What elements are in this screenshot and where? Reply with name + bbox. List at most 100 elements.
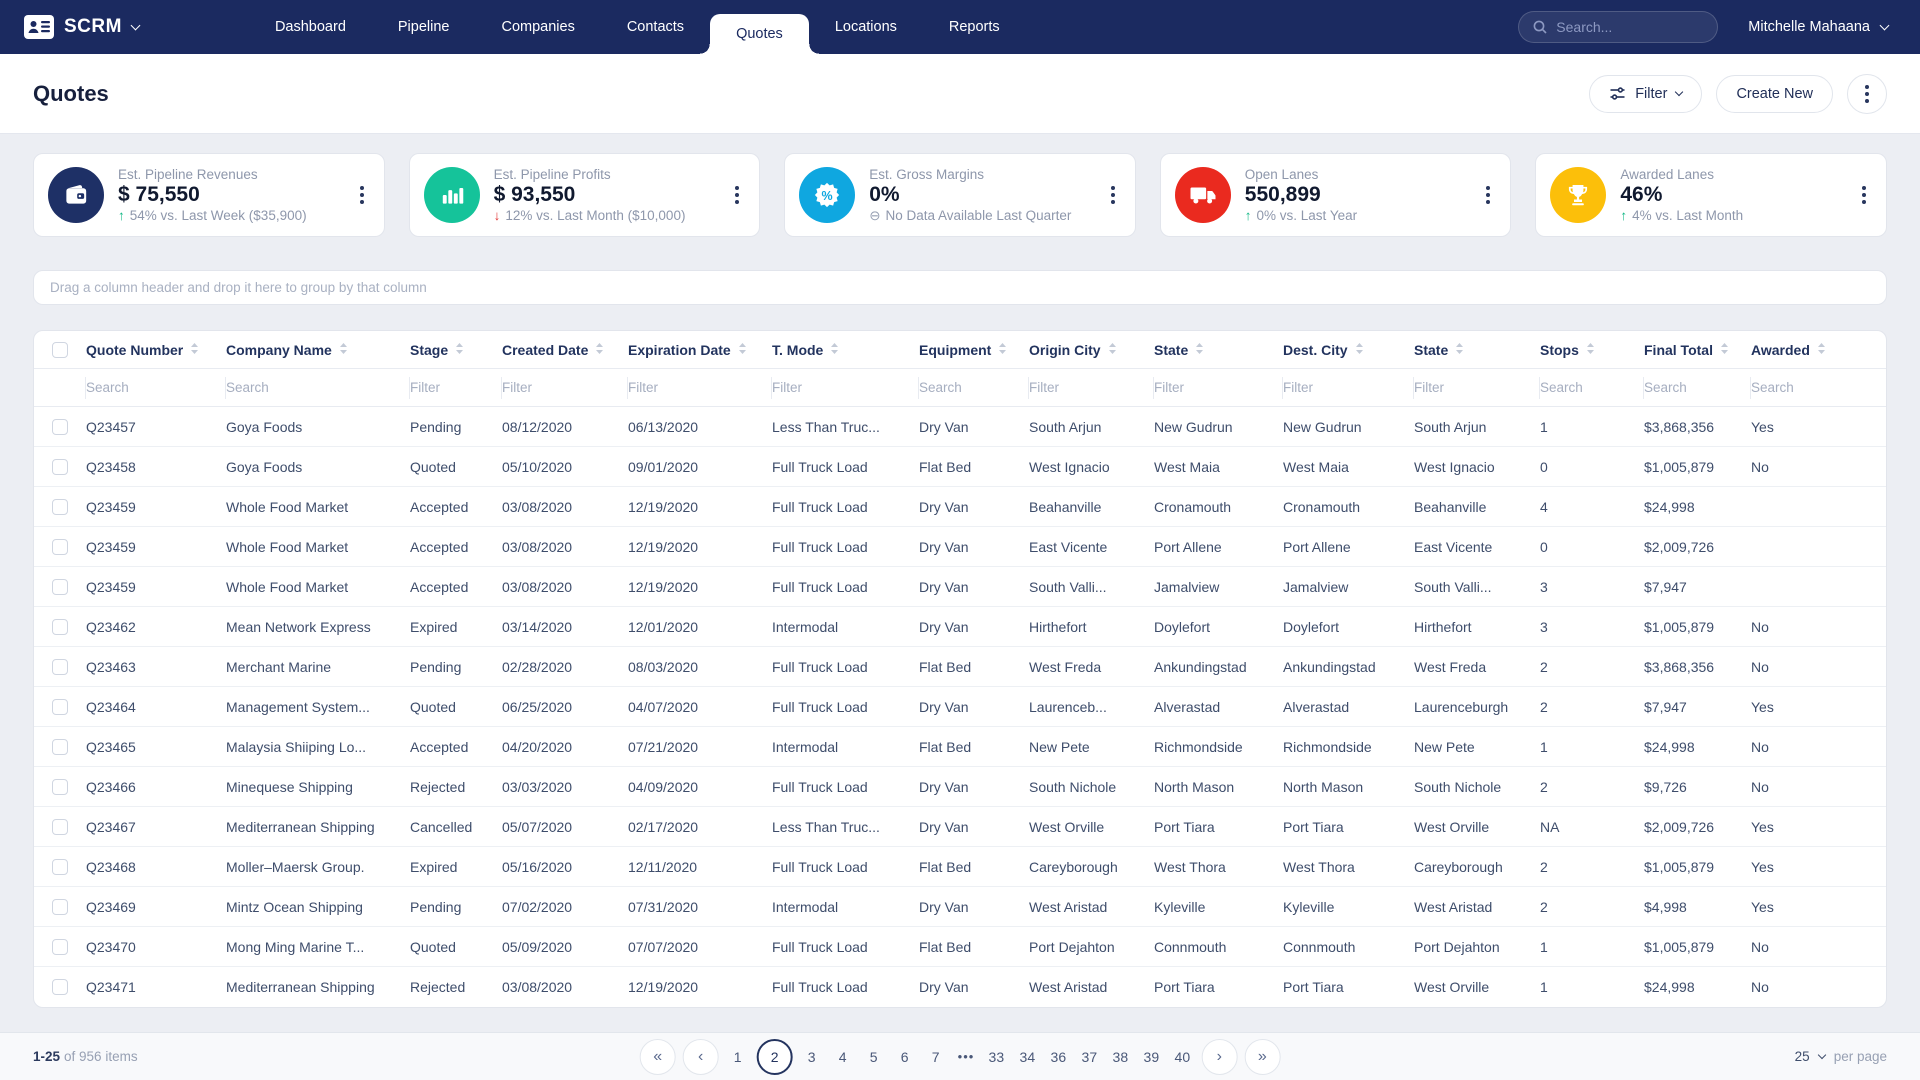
filter-input-dest-city[interactable] [1283, 380, 1403, 395]
column-header-expiration-date[interactable]: Expiration Date [628, 342, 772, 358]
row-checkbox[interactable] [52, 738, 68, 755]
filter-input-t-mode[interactable] [772, 380, 908, 395]
row-checkbox[interactable] [52, 698, 68, 715]
page-title: Quotes [33, 80, 109, 106]
nav-item-companies[interactable]: Companies [475, 0, 600, 54]
global-search[interactable] [1518, 11, 1719, 43]
page-button-36[interactable]: 36 [1046, 1049, 1070, 1065]
column-header-final-total[interactable]: Final Total [1644, 342, 1751, 358]
column-header-awarded[interactable]: Awarded [1751, 342, 1886, 358]
row-checkbox[interactable] [52, 578, 68, 595]
nav-item-pipeline[interactable]: Pipeline [372, 0, 476, 54]
page-button-6[interactable]: 6 [893, 1049, 917, 1065]
table-row[interactable]: Q23457 Goya Foods Pending 08/12/2020 06/13/2… [34, 407, 1886, 447]
column-header-t-mode[interactable]: T. Mode [772, 342, 919, 358]
table-row[interactable]: Q23458 Goya Foods Quoted 05/10/2020 09/01/20… [34, 447, 1886, 487]
kpi-menu-button[interactable] [729, 180, 745, 210]
filter-input-expiration-date[interactable] [628, 380, 761, 395]
brand[interactable]: SCRM [24, 15, 141, 39]
table-row[interactable]: Q23462 Mean Network Express Expired 03/14/2… [34, 607, 1886, 647]
row-checkbox[interactable] [52, 979, 68, 995]
table-row[interactable]: Q23459 Whole Food Market Accepted 03/08/202… [34, 527, 1886, 567]
filter-input-company-name[interactable] [226, 380, 399, 395]
row-checkbox[interactable] [52, 418, 68, 435]
nav-item-contacts[interactable]: Contacts [601, 0, 710, 54]
page-button-3[interactable]: 3 [800, 1049, 824, 1065]
table-row[interactable]: Q23463 Merchant Marine Pending 02/28/2020 08… [34, 647, 1886, 687]
nav-item-quotes[interactable]: Quotes [700, 14, 819, 54]
table-row[interactable]: Q23464 Management System... Quoted 06/25/20… [34, 687, 1886, 727]
page-button-5[interactable]: 5 [862, 1049, 886, 1065]
kpi-menu-button[interactable] [1480, 180, 1496, 210]
column-header-dest-city[interactable]: Dest. City [1283, 342, 1414, 358]
column-header-state[interactable]: State [1154, 342, 1283, 358]
create-new-button[interactable]: Create New [1716, 74, 1833, 113]
kpi-menu-button[interactable] [1856, 180, 1872, 210]
row-checkbox[interactable] [52, 538, 68, 555]
table-row[interactable]: Q23468 Moller–Maersk Group. Expired 05/16/2… [34, 847, 1886, 887]
row-checkbox[interactable] [52, 618, 68, 635]
filter-input-origin-city[interactable] [1029, 380, 1143, 395]
first-page-button[interactable]: « [639, 1038, 676, 1075]
more-options-button[interactable] [1847, 73, 1887, 114]
nav-item-reports[interactable]: Reports [923, 0, 1026, 54]
page-button-34[interactable]: 34 [1015, 1049, 1039, 1065]
page-button-1[interactable]: 1 [726, 1049, 750, 1065]
filter-input-quote-number[interactable] [86, 380, 215, 395]
table-row[interactable]: Q23459 Whole Food Market Accepted 03/08/202… [34, 487, 1886, 527]
filter-button[interactable]: Filter [1589, 74, 1703, 113]
page-button-38[interactable]: 38 [1108, 1049, 1132, 1065]
filter-input-state[interactable] [1154, 380, 1272, 395]
filter-input-stops[interactable] [1540, 380, 1633, 395]
column-header-stage[interactable]: Stage [410, 342, 502, 358]
nav-item-locations[interactable]: Locations [809, 0, 923, 54]
filter-input-stage[interactable] [410, 380, 491, 395]
prev-page-button[interactable]: ‹ [682, 1038, 719, 1075]
search-input[interactable] [1556, 19, 1705, 35]
table-row[interactable]: Q23465 Malaysia Shiiping Lo... Accepted 04/… [34, 727, 1886, 767]
row-checkbox[interactable] [52, 778, 68, 795]
nav-item-dashboard[interactable]: Dashboard [249, 0, 372, 54]
column-header-equipment[interactable]: Equipment [919, 342, 1029, 358]
column-header-stops[interactable]: Stops [1540, 342, 1644, 358]
table-row[interactable]: Q23459 Whole Food Market Accepted 03/08/202… [34, 567, 1886, 607]
last-page-button[interactable]: » [1244, 1038, 1281, 1075]
column-header-origin-city[interactable]: Origin City [1029, 342, 1154, 358]
column-header-company-name[interactable]: Company Name [226, 342, 410, 358]
table-row[interactable]: Q23471 Mediterranean Shipping Rejected 03/0… [34, 967, 1886, 1007]
row-checkbox[interactable] [52, 658, 68, 675]
pager-ellipsis[interactable]: ••• [955, 1049, 978, 1064]
row-checkbox[interactable] [52, 898, 68, 915]
kpi-menu-button[interactable] [354, 180, 370, 210]
column-header-quote-number[interactable]: Quote Number [86, 342, 226, 358]
kpi-menu-button[interactable] [1105, 180, 1121, 210]
table-row[interactable]: Q23469 Mintz Ocean Shipping Pending 07/02/2… [34, 887, 1886, 927]
row-checkbox[interactable] [52, 498, 68, 515]
row-checkbox[interactable] [52, 858, 68, 875]
group-by-drop-zone[interactable]: Drag a column header and drop it here to… [33, 270, 1887, 305]
filter-input-awarded[interactable] [1751, 380, 1876, 395]
page-button-4[interactable]: 4 [831, 1049, 855, 1065]
next-page-button[interactable]: › [1201, 1038, 1238, 1075]
row-checkbox[interactable] [52, 818, 68, 835]
select-all-checkbox[interactable] [52, 341, 68, 358]
table-row[interactable]: Q23470 Mong Ming Marine T... Quoted 05/09/2… [34, 927, 1886, 967]
filter-input-created-date[interactable] [502, 380, 617, 395]
page-button-7[interactable]: 7 [924, 1049, 948, 1065]
column-header-state[interactable]: State [1414, 342, 1540, 358]
page-button-33[interactable]: 33 [984, 1049, 1008, 1065]
filter-input-equipment[interactable] [919, 380, 1018, 395]
filter-input-final-total[interactable] [1644, 380, 1740, 395]
user-menu[interactable]: Mitchelle Mahaana [1748, 19, 1890, 35]
page-button-37[interactable]: 37 [1077, 1049, 1101, 1065]
per-page-select[interactable]: 25 per page [1795, 1049, 1887, 1064]
filter-input-state[interactable] [1414, 380, 1529, 395]
column-header-created-date[interactable]: Created Date [502, 342, 628, 358]
row-checkbox[interactable] [52, 938, 68, 955]
table-row[interactable]: Q23467 Mediterranean Shipping Cancelled 05/… [34, 807, 1886, 847]
page-button-40[interactable]: 40 [1170, 1049, 1194, 1065]
table-row[interactable]: Q23466 Minequese Shipping Rejected 03/03/20… [34, 767, 1886, 807]
page-button-39[interactable]: 39 [1139, 1049, 1163, 1065]
row-checkbox[interactable] [52, 458, 68, 475]
page-button-2[interactable]: 2 [756, 1038, 793, 1075]
